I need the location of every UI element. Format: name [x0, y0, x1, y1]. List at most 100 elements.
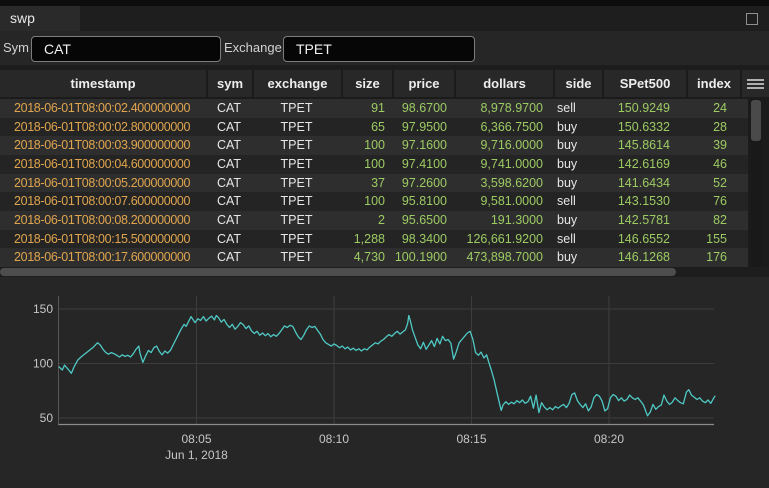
cell-dollars: 9,716.0000	[454, 136, 553, 155]
cell-timestamp: 2018-06-01T08:00:08.200000000	[0, 211, 206, 230]
table-row[interactable]: 2018-06-01T08:00:17.600000000CATTPET4,73…	[0, 248, 751, 267]
cell-index: 28	[686, 118, 740, 137]
table-header: timestampsymexchangesizepricedollarsside…	[0, 70, 769, 97]
sym-label: Sym	[3, 31, 29, 65]
column-header-exchange[interactable]: exchange	[252, 70, 341, 97]
app-window: swp Sym Exchange timestampsymexchangesiz…	[0, 0, 769, 488]
cell-exchange: TPET	[252, 136, 341, 155]
cell-dollars: 3,598.6200	[454, 174, 553, 193]
y-tick-label: 100	[33, 357, 53, 371]
cell-price: 95.6500	[392, 211, 454, 230]
column-header-sym[interactable]: sym	[206, 70, 252, 97]
cell-sym: CAT	[206, 230, 252, 249]
column-header-index[interactable]: index	[686, 70, 740, 97]
x-tick-label: 08:10	[319, 432, 349, 446]
cell-side: buy	[553, 155, 602, 174]
cell-side: buy	[553, 211, 602, 230]
cell-dollars: 8,978.9700	[454, 99, 553, 118]
cell-size: 65	[341, 118, 392, 137]
cell-price: 97.4100	[392, 155, 454, 174]
cell-dollars: 473,898.7000	[454, 248, 553, 267]
cell-price: 97.9500	[392, 118, 454, 137]
table-row[interactable]: 2018-06-01T08:00:08.200000000CATTPET295.…	[0, 211, 751, 230]
cell-price: 95.8100	[392, 192, 454, 211]
cell-sym: CAT	[206, 248, 252, 267]
cell-timestamp: 2018-06-01T08:00:03.900000000	[0, 136, 206, 155]
cell-size: 4,730	[341, 248, 392, 267]
column-header-dollars[interactable]: dollars	[454, 70, 553, 97]
exchange-label: Exchange	[224, 31, 282, 65]
column-header-timestamp[interactable]: timestamp	[0, 70, 206, 97]
cell-timestamp: 2018-06-01T08:00:04.600000000	[0, 155, 206, 174]
cell-dollars: 9,581.0000	[454, 192, 553, 211]
cell-sym: CAT	[206, 192, 252, 211]
cell-SPet500: 143.1530	[602, 192, 686, 211]
cell-side: sell	[553, 230, 602, 249]
cell-exchange: TPET	[252, 211, 341, 230]
table-row[interactable]: 2018-06-01T08:00:15.500000000CATTPET1,28…	[0, 230, 751, 249]
cell-price: 98.3400	[392, 230, 454, 249]
x-axis-date-label: Jun 1, 2018	[165, 448, 228, 462]
cell-sym: CAT	[206, 211, 252, 230]
vertical-scrollbar[interactable]	[748, 99, 769, 267]
cell-exchange: TPET	[252, 99, 341, 118]
horizontal-scrollbar-thumb[interactable]	[0, 268, 676, 276]
cell-timestamp: 2018-06-01T08:00:15.500000000	[0, 230, 206, 249]
query-form: Sym Exchange	[0, 31, 769, 65]
cell-size: 100	[341, 136, 392, 155]
x-tick-label: 08:15	[456, 432, 486, 446]
cell-SPet500: 142.5781	[602, 211, 686, 230]
cell-sym: CAT	[206, 99, 252, 118]
cell-size: 1,288	[341, 230, 392, 249]
cell-exchange: TPET	[252, 230, 341, 249]
restore-window-icon[interactable]	[746, 13, 758, 25]
cell-price: 100.1900	[392, 248, 454, 267]
cell-index: 76	[686, 192, 740, 211]
cell-SPet500: 150.6332	[602, 118, 686, 137]
y-tick-label: 150	[33, 302, 53, 316]
x-tick-label: 08:05	[181, 432, 211, 446]
table-row[interactable]: 2018-06-01T08:00:05.200000000CATTPET3797…	[0, 174, 751, 193]
cell-side: buy	[553, 248, 602, 267]
cell-exchange: TPET	[252, 248, 341, 267]
exchange-input[interactable]	[283, 36, 475, 62]
cell-exchange: TPET	[252, 155, 341, 174]
cell-size: 100	[341, 155, 392, 174]
table-row[interactable]: 2018-06-01T08:00:02.400000000CATTPET9198…	[0, 99, 751, 118]
table-row[interactable]: 2018-06-01T08:00:02.800000000CATTPET6597…	[0, 118, 751, 137]
horizontal-scrollbar[interactable]	[0, 267, 769, 277]
cell-index: 52	[686, 174, 740, 193]
cell-price: 97.2600	[392, 174, 454, 193]
cell-timestamp: 2018-06-01T08:00:02.400000000	[0, 99, 206, 118]
cell-timestamp: 2018-06-01T08:00:05.200000000	[0, 174, 206, 193]
table-header-columns: timestampsymexchangesizepricedollarsside…	[0, 70, 740, 97]
column-header-SPet500[interactable]: SPet500	[602, 70, 686, 97]
cell-size: 91	[341, 99, 392, 118]
table-row[interactable]: 2018-06-01T08:00:07.600000000CATTPET1009…	[0, 192, 751, 211]
cell-SPet500: 150.9249	[602, 99, 686, 118]
cell-side: buy	[553, 174, 602, 193]
cell-exchange: TPET	[252, 174, 341, 193]
cell-SPet500: 142.6169	[602, 155, 686, 174]
price-chart-svg: 5010015008:0508:1008:1508:20Jun 1, 2018	[0, 277, 769, 488]
column-header-side[interactable]: side	[553, 70, 602, 97]
column-header-price[interactable]: price	[392, 70, 454, 97]
cell-side: buy	[553, 118, 602, 137]
table-row[interactable]: 2018-06-01T08:00:03.900000000CATTPET1009…	[0, 136, 751, 155]
cell-index: 176	[686, 248, 740, 267]
cell-dollars: 191.3000	[454, 211, 553, 230]
sym-input[interactable]	[31, 36, 221, 62]
table-row[interactable]: 2018-06-01T08:00:04.600000000CATTPET1009…	[0, 155, 751, 174]
cell-size: 2	[341, 211, 392, 230]
cell-dollars: 126,661.9200	[454, 230, 553, 249]
column-header-size[interactable]: size	[341, 70, 392, 97]
cell-SPet500: 145.8614	[602, 136, 686, 155]
vertical-scrollbar-thumb[interactable]	[751, 100, 761, 141]
table-menu-button[interactable]	[740, 70, 769, 97]
cell-size: 100	[341, 192, 392, 211]
cell-side: sell	[553, 192, 602, 211]
cell-index: 155	[686, 230, 740, 249]
x-tick-label: 08:20	[594, 432, 624, 446]
tab-swp[interactable]: swp	[0, 6, 80, 31]
cell-index: 46	[686, 155, 740, 174]
